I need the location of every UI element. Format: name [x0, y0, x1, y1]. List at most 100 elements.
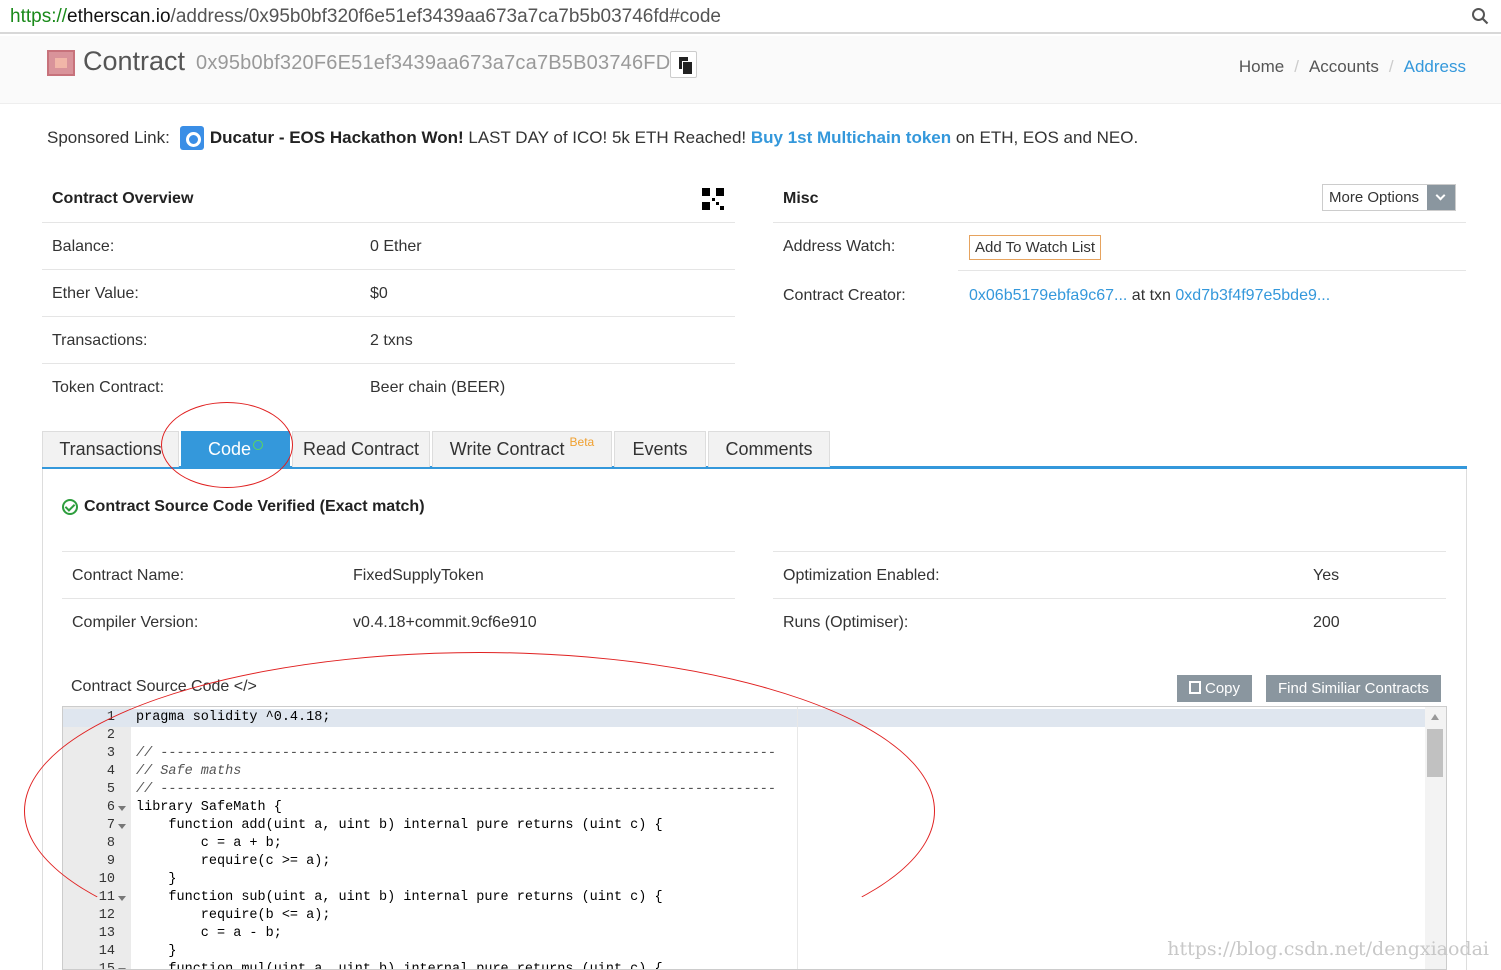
- token-contract-link[interactable]: Beer chain (BEER): [370, 379, 505, 397]
- sponsored-link: Sponsored Link: Ducatur - EOS Hackathon …: [47, 126, 1138, 150]
- misc-title: Misc: [783, 190, 819, 207]
- page-header: Contract 0x95b0bf320F6E51ef3439aa673a7ca…: [0, 36, 1501, 104]
- line-number: 1: [106, 710, 115, 725]
- find-similar-contracts-button[interactable]: Find Similiar Contracts: [1266, 675, 1441, 702]
- line-code: function mul(uint a, uint b) internal pu…: [136, 962, 663, 970]
- sponsored-headline[interactable]: Ducatur - EOS Hackathon Won!: [210, 128, 464, 148]
- search-icon[interactable]: [1471, 7, 1489, 25]
- overview-row-balance: Balance: 0 Ether: [42, 222, 735, 269]
- row-value: $0: [370, 285, 388, 302]
- line-number: 9: [106, 854, 115, 869]
- line-code: c = a - b;: [136, 926, 282, 941]
- verified-heading: Contract Source Code Verified (Exact mat…: [62, 498, 425, 516]
- ducatur-logo-icon: [179, 126, 204, 150]
- row-label: Optimization Enabled:: [783, 567, 940, 584]
- tab-read-contract[interactable]: Read Contract: [292, 431, 430, 467]
- misc-row-address-watch: Address Watch:: [773, 222, 1466, 269]
- tab-bar: Transactions Code Read Contract Write Co…: [42, 431, 1467, 469]
- line-code: function add(uint a, uint b) internal pu…: [136, 818, 663, 833]
- browser-address-bar[interactable]: https://etherscan.io/address/0x95b0bf320…: [0, 0, 1501, 34]
- fold-toggle-icon[interactable]: [118, 824, 126, 829]
- line-code: pragma solidity ^0.4.18;: [136, 710, 331, 725]
- detail-row-runs: Runs (Optimiser): 200: [773, 598, 1446, 645]
- watermark: https://blog.csdn.net/dengxiaodai: [1167, 938, 1489, 960]
- tab-comments[interactable]: Comments: [708, 431, 830, 467]
- line-number: 15: [98, 962, 115, 970]
- line-number: 10: [98, 872, 115, 887]
- line-code: // Safe maths: [136, 764, 242, 779]
- scrollbar-thumb[interactable]: [1427, 729, 1443, 777]
- verified-check-icon: [253, 440, 264, 450]
- scroll-up-icon[interactable]: [1431, 714, 1439, 720]
- line-code: // -------------------------------------…: [136, 782, 777, 797]
- line-number: 2: [106, 728, 115, 743]
- source-code-label: Contract Source Code </>: [71, 678, 257, 695]
- qr-code-icon[interactable]: [702, 188, 724, 210]
- row-label: Transactions:: [52, 332, 148, 349]
- source-code-editor[interactable]: 1 pragma solidity ^0.4.18; 2 3 // ----------…: [62, 706, 1447, 970]
- fold-toggle-icon[interactable]: [118, 806, 126, 811]
- find-similar-label: Find Similiar Contracts: [1278, 680, 1429, 697]
- row-value: Yes: [1313, 567, 1340, 584]
- at-txn-text: at txn: [1127, 287, 1176, 304]
- contract-overview-title: Contract Overview: [52, 190, 194, 207]
- line-number: 6: [106, 800, 115, 815]
- fold-toggle-icon[interactable]: [118, 896, 126, 901]
- more-options-dropdown[interactable]: More Options: [1322, 184, 1456, 211]
- add-to-watch-list-button[interactable]: Add To Watch List: [969, 235, 1102, 260]
- copy-source-button[interactable]: Copy: [1177, 675, 1253, 702]
- line-number: 14: [98, 944, 115, 959]
- copy-button-label: Copy: [1205, 680, 1241, 697]
- line-number: 5: [106, 782, 115, 797]
- tab-events[interactable]: Events: [614, 431, 706, 467]
- url-host: etherscan.io: [67, 6, 171, 27]
- breadcrumb-address: Address: [1403, 57, 1466, 76]
- line-number: 13: [98, 926, 115, 941]
- line-code: require(b <= a);: [136, 908, 331, 923]
- line-code: function sub(uint a, uint b) internal pu…: [136, 890, 663, 905]
- identicon-icon: [47, 50, 75, 76]
- row-value: FixedSupplyToken: [353, 567, 484, 584]
- copy-address-button[interactable]: [670, 51, 697, 78]
- creator-address-link[interactable]: 0x06b5179ebfa9c67...: [969, 287, 1127, 304]
- tab-label: Transactions: [59, 439, 162, 459]
- row-value: 2 txns: [370, 332, 413, 349]
- url-path: /address/0x95b0bf320f6e51ef3439aa673a7ca…: [170, 6, 721, 27]
- row-label: Contract Name:: [72, 567, 185, 584]
- url-text[interactable]: https://etherscan.io/address/0x95b0bf320…: [10, 6, 721, 28]
- more-options-label: More Options: [1329, 189, 1420, 206]
- detail-row-contract-name: Contract Name: FixedSupplyToken: [62, 551, 735, 598]
- breadcrumb: Home / Accounts / Address: [1239, 57, 1466, 77]
- breadcrumb-separator: /: [1388, 57, 1394, 76]
- row-label: Balance:: [52, 238, 115, 255]
- tab-label: Write Contract: [449, 439, 565, 459]
- line-number: 12: [98, 908, 115, 923]
- line-code: // -------------------------------------…: [136, 746, 777, 761]
- row-value: 0 Ether: [370, 238, 422, 255]
- creator-txn-link[interactable]: 0xd7b3f4f97e5bde9...: [1175, 287, 1330, 304]
- line-code: library SafeMath {: [136, 800, 282, 815]
- row-value: v0.4.18+commit.9cf6e910: [353, 614, 537, 631]
- detail-row-optimization: Optimization Enabled: Yes: [773, 551, 1446, 598]
- editor-scrollbar[interactable]: [1425, 707, 1446, 969]
- url-scheme: https://: [10, 6, 68, 27]
- tab-label: Read Contract: [302, 439, 420, 459]
- tab-code[interactable]: Code: [181, 431, 290, 467]
- row-label: Compiler Version:: [72, 614, 199, 631]
- overview-row-token-contract: Token Contract: Beer chain (BEER): [42, 363, 735, 410]
- breadcrumb-home[interactable]: Home: [1239, 57, 1284, 76]
- tab-transactions[interactable]: Transactions: [42, 431, 179, 467]
- chevron-down-icon: [1435, 190, 1446, 201]
- tab-label: Events: [632, 439, 688, 459]
- beta-badge: Beta: [569, 435, 595, 449]
- sponsored-text: LAST DAY of ICO! 5k ETH Reached!: [463, 128, 751, 147]
- line-number: 7: [106, 818, 115, 833]
- more-options-toggle[interactable]: [1427, 185, 1455, 210]
- tab-write-contract[interactable]: Write Contract Beta: [432, 431, 612, 467]
- breadcrumb-accounts[interactable]: Accounts: [1309, 57, 1379, 76]
- line-code: c = a + b;: [136, 836, 282, 851]
- sponsored-cta-link[interactable]: Buy 1st Multichain token: [751, 128, 951, 148]
- page-title: Contract: [83, 46, 186, 76]
- sponsored-label: Sponsored Link:: [47, 128, 170, 147]
- detail-row-compiler-version: Compiler Version: v0.4.18+commit.9cf6e91…: [62, 598, 735, 645]
